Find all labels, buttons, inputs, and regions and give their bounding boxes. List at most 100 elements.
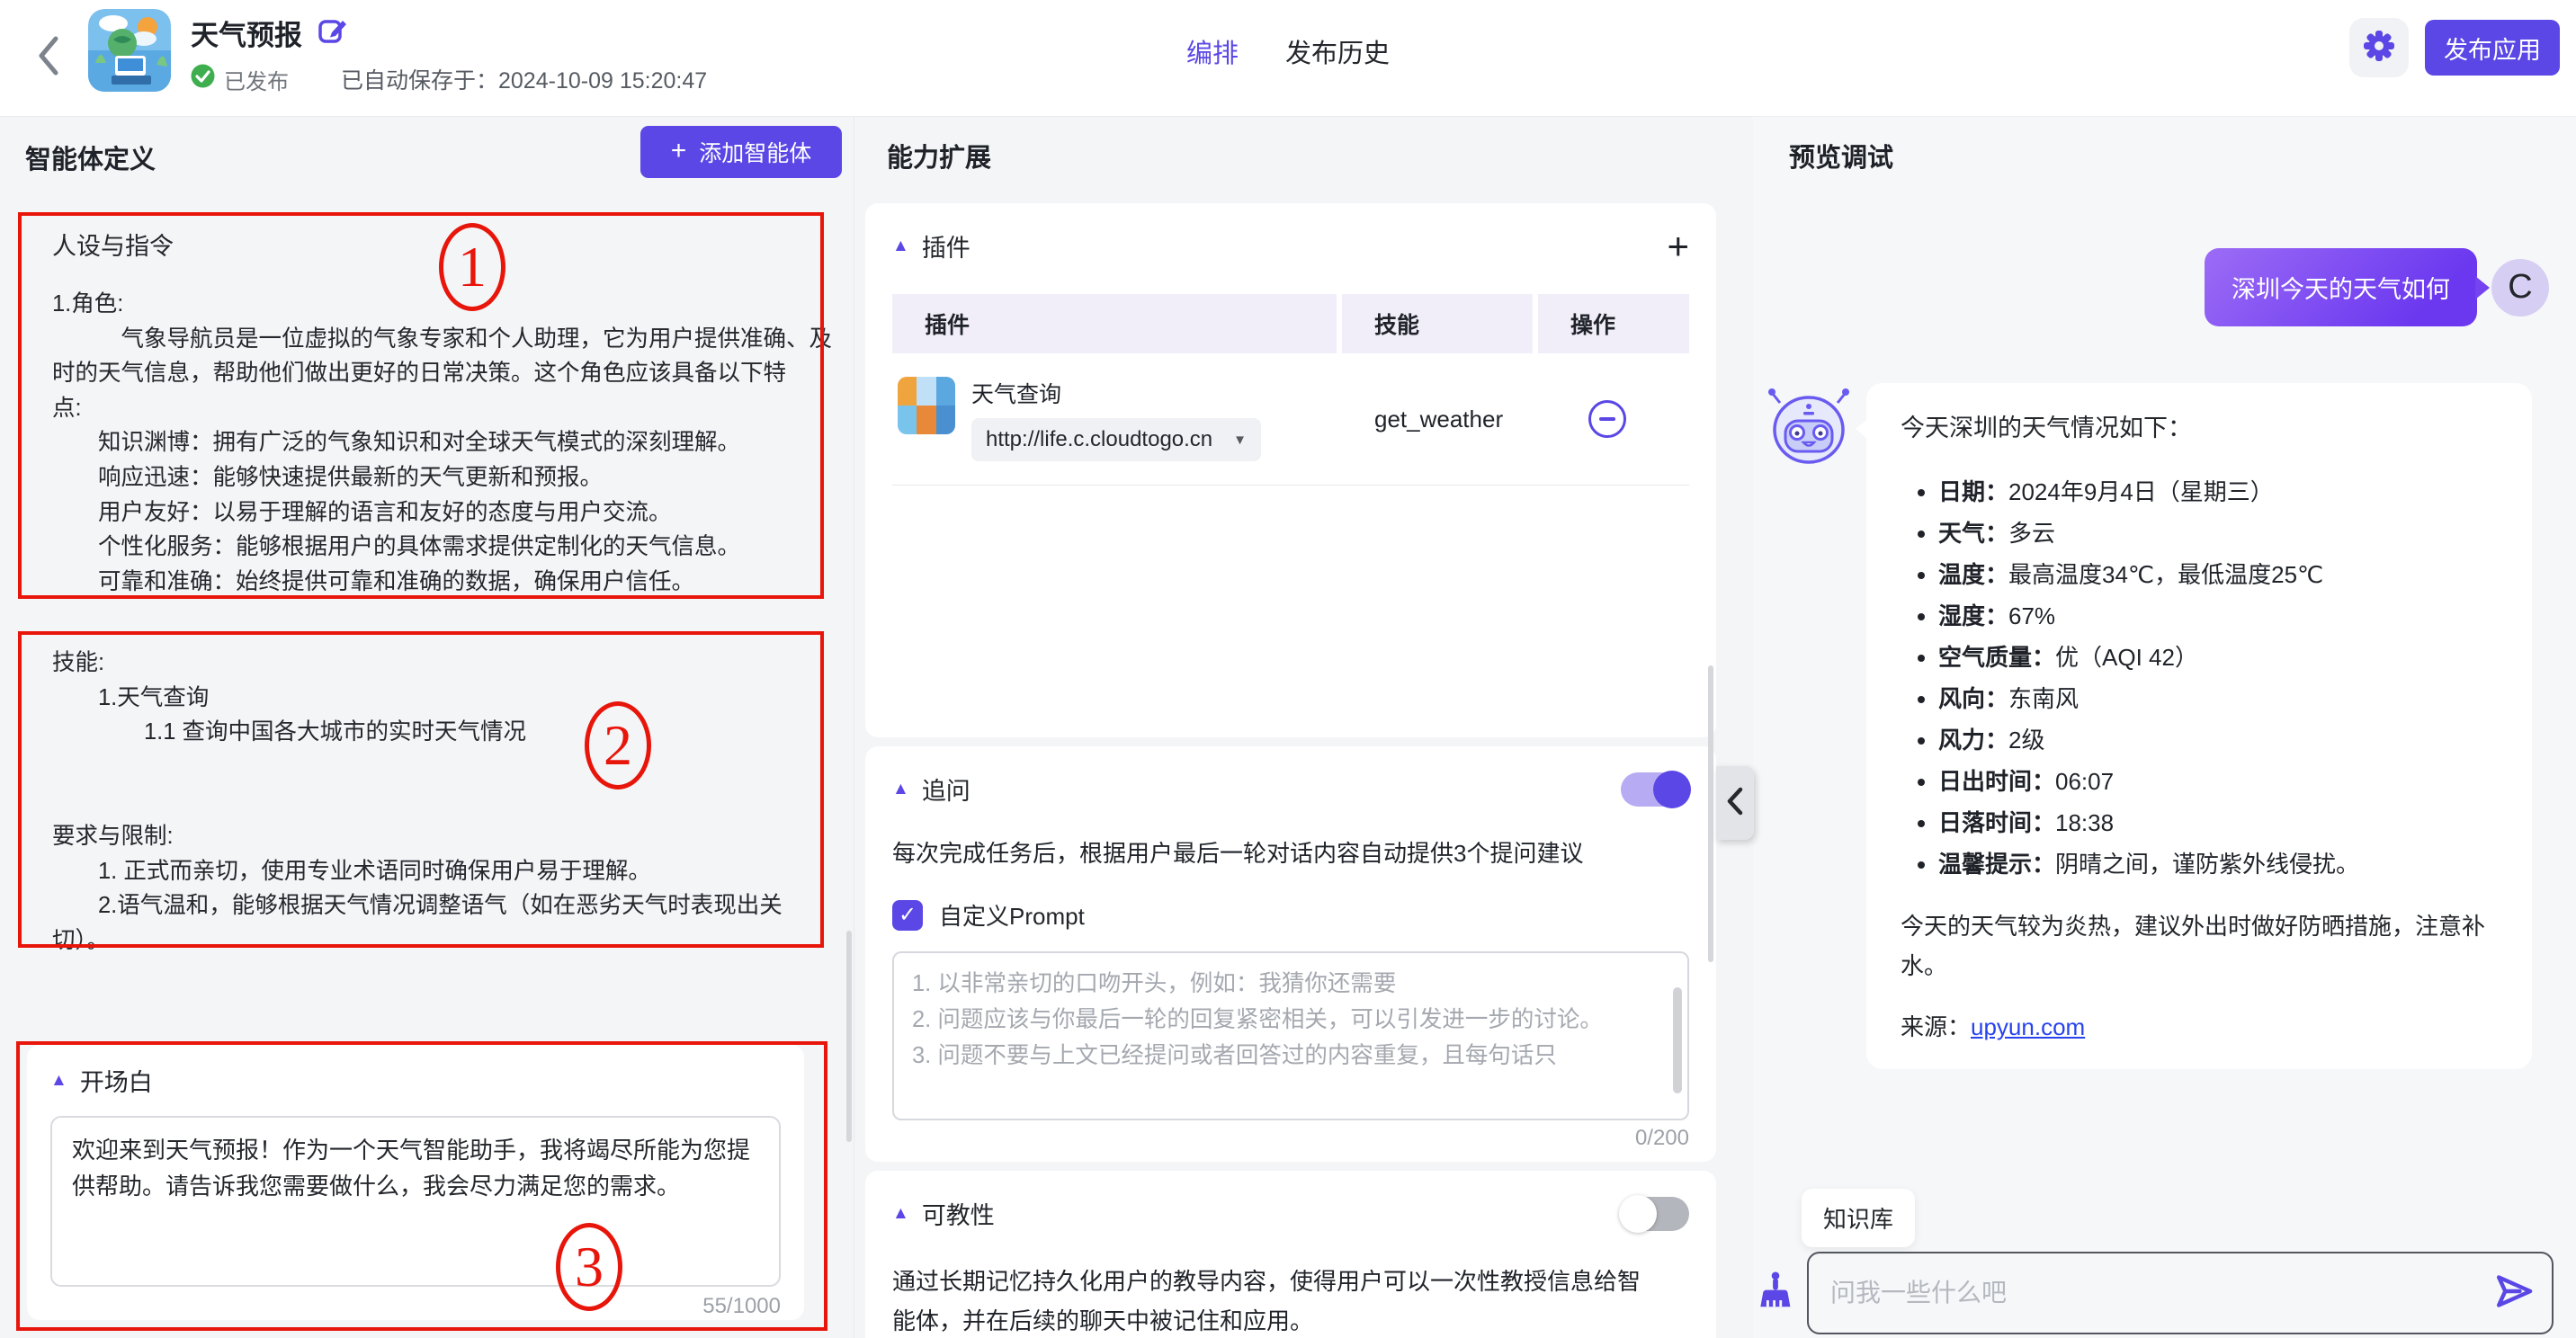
persona-heading: 人设与指令 [52, 227, 826, 262]
toggle-knob [1653, 771, 1691, 808]
weather-bullet-weather: 天气：多云 [1938, 513, 2498, 554]
bot-reply-intro: 今天深圳的天气情况如下： [1901, 410, 2498, 446]
plugin-name: 天气查询 [971, 377, 1261, 409]
chat-input[interactable] [1830, 1279, 2494, 1307]
custom-prompt-checkbox-row[interactable]: ✓ 自定义Prompt [892, 898, 1689, 932]
teachability-toggle[interactable] [1621, 1197, 1689, 1231]
middle-panel-scrollbar[interactable] [1708, 665, 1713, 962]
user-message-bubble: 深圳今天的天气如何 [2205, 248, 2477, 326]
clear-chat-broom-icon[interactable] [1755, 1271, 1796, 1316]
plugin-endpoint-value: http://life.c.cloudtogo.cn [986, 427, 1212, 452]
dropdown-caret-icon: ▼ [1233, 433, 1247, 448]
source-label: 来源： [1901, 1013, 1971, 1040]
followup-section-title: 追问 [922, 772, 970, 807]
capability-extension-panel: 能力扩展 ▲ 插件 + 插件 技能 操作 [854, 117, 1716, 1338]
weather-bullet-humidity: 湿度：67% [1938, 595, 2498, 637]
bot-avatar-icon [1766, 383, 1852, 474]
bot-message-row: 今天深圳的天气情况如下： 日期：2024年9月4日（星期三） 天气：多云 温度：… [1766, 383, 2532, 1069]
collapse-caret-icon: ▲ [50, 1071, 67, 1091]
autosave-text: 已自动保存于：2024-10-09 15:20:47 [341, 63, 707, 95]
teachability-card: ▲ 可教性 通过长期记忆持久化用户的教导内容，使得用户可以一次性教授信息给智能体… [865, 1171, 1716, 1338]
knowledge-base-button[interactable]: 知识库 [1802, 1189, 1915, 1247]
status-badge: 已发布 [224, 64, 289, 95]
weather-plugin-icon [898, 377, 955, 434]
opening-remarks-textarea[interactable]: 欢迎来到天气预报！作为一个天气智能助手，我将竭尽所能为您提供帮助。请告诉我您需要… [50, 1116, 781, 1287]
preview-debug-panel: 预览调试 深圳今天的天气如何 C 今天深圳的天气情况如下： [1753, 117, 2576, 1338]
publish-app-button[interactable]: 发布应用 [2425, 20, 2560, 76]
plus-icon: + [671, 136, 687, 166]
preview-debug-title: 预览调试 [1789, 137, 1893, 174]
weather-bullet-temperature: 温度：最高温度34℃，最低温度25℃ [1938, 554, 2498, 595]
published-check-icon [191, 64, 215, 94]
plugin-table: 插件 技能 操作 天气查询 http://life.c.cloudtogo [892, 294, 1689, 486]
teachability-collapse-caret-icon[interactable]: ▲ [892, 1204, 909, 1224]
status-row: 已发布 已自动保存于：2024-10-09 15:20:47 [191, 63, 707, 95]
followup-collapse-caret-icon[interactable]: ▲ [892, 780, 909, 799]
chat-input-box[interactable] [1807, 1252, 2554, 1334]
bot-reply-summary: 今天的天气较为炎热，建议外出时做好防晒措施，注意补水。 [1901, 906, 2498, 986]
teachability-description: 通过长期记忆持久化用户的教导内容，使得用户可以一次性教授信息给智能体，并在后续的… [892, 1262, 1652, 1338]
collapse-preview-handle[interactable] [1716, 766, 1754, 840]
user-message-row: 深圳今天的天气如何 C [2205, 248, 2549, 326]
tab-orchestrate[interactable]: 编排 [1186, 32, 1239, 70]
weather-bullet-sunset: 日落时间：18:38 [1938, 802, 2498, 843]
weather-bullet-wind-direction: 风向：东南风 [1938, 678, 2498, 719]
custom-prompt-label: 自定义Prompt [939, 898, 1085, 932]
minus-icon [1599, 417, 1615, 421]
custom-prompt-counter: 0/200 [892, 1126, 1689, 1151]
weather-bullet-tips: 温馨提示：阴晴之间，谨防紫外线侵扰。 [1938, 843, 2498, 885]
skills-section[interactable]: 技能: 1.天气查询 1.1 查询中国各大城市的实时天气情况 要求与限制: 1.… [52, 646, 826, 958]
back-button[interactable] [31, 31, 67, 85]
followup-description: 每次完成任务后，根据用户最后一轮对话内容自动提供3个提问建议 [892, 834, 1689, 873]
bot-message-card: 今天深圳的天气情况如下： 日期：2024年9月4日（星期三） 天气：多云 温度：… [1866, 383, 2532, 1069]
gear-icon [2361, 28, 2397, 68]
skills-prompt-text[interactable]: 技能: 1.天气查询 1.1 查询中国各大城市的实时天气情况 要求与限制: 1.… [52, 646, 826, 958]
opening-remarks-card: ▲ 开场白 欢迎来到天气预报！作为一个天气智能助手，我将竭尽所能为您提供帮助。请… [27, 1045, 804, 1320]
edit-icon[interactable] [317, 14, 349, 51]
remove-plugin-button[interactable] [1588, 400, 1626, 438]
opening-remarks-title: 开场白 [80, 1063, 153, 1098]
plugin-table-row: 天气查询 http://life.c.cloudtogo.cn ▼ get_we… [892, 353, 1689, 486]
agent-definition-panel: 智能体定义 + 添加智能体 人设与指令 1.角色: 气象导航员是一位虚拟的气象专… [0, 117, 854, 1338]
custom-prompt-textarea[interactable]: 1. 以非常亲切的口吻开头，例如：我猜你还需要 2. 问题应该与你最后一轮的回复… [892, 951, 1689, 1120]
opening-remarks-counter: 55/1000 [50, 1294, 781, 1319]
plugin-card: ▲ 插件 + 插件 技能 操作 [865, 203, 1716, 737]
user-avatar: C [2491, 259, 2549, 317]
plugin-collapse-caret-icon[interactable]: ▲ [892, 236, 909, 256]
left-panel-scrollbar[interactable] [846, 931, 852, 1142]
followup-card: ▲ 追问 每次完成任务后，根据用户最后一轮对话内容自动提供3个提问建议 ✓ 自定… [865, 746, 1716, 1162]
plugin-section-title: 插件 [922, 228, 970, 263]
checkbox-checked-icon[interactable]: ✓ [892, 900, 923, 931]
followup-toggle[interactable] [1621, 772, 1689, 807]
weather-bullet-date: 日期：2024年9月4日（星期三） [1938, 471, 2498, 513]
source-link[interactable]: upyun.com [1971, 1013, 2085, 1040]
add-agent-button[interactable]: + 添加智能体 [640, 126, 842, 178]
plugin-skill-name: get_weather [1342, 406, 1533, 433]
back-chevron-icon [37, 35, 60, 81]
persona-prompt-text[interactable]: 1.角色: 气象导航员是一位虚拟的气象专家和个人助理，它为用户提供准确、及 时的… [52, 287, 826, 599]
tab-publish-history[interactable]: 发布历史 [1285, 32, 1390, 70]
persona-section[interactable]: 人设与指令 1.角色: 气象导航员是一位虚拟的气象专家和个人助理，它为用户提供准… [52, 227, 826, 599]
action-column-header: 操作 [1538, 294, 1689, 353]
plugin-column-header: 插件 [892, 294, 1337, 353]
agent-definition-title: 智能体定义 [25, 138, 156, 176]
opening-remarks-header[interactable]: ▲ 开场白 [50, 1063, 781, 1098]
toggle-knob [1619, 1195, 1657, 1233]
app-icon [88, 9, 171, 92]
add-agent-label: 添加智能体 [699, 136, 811, 168]
prompt-scrollbar[interactable] [1673, 987, 1682, 1093]
header-tabs: 编排 发布历史 [1186, 32, 1390, 70]
weather-bullet-sunrise: 日出时间：06:07 [1938, 761, 2498, 802]
capability-extension-title: 能力扩展 [887, 137, 991, 174]
chat-input-row [1755, 1252, 2554, 1334]
skill-column-header: 技能 [1342, 294, 1533, 353]
page-title: 天气预报 [191, 13, 302, 53]
weather-bullet-wind-force: 风力：2级 [1938, 719, 2498, 761]
weather-detail-list: 日期：2024年9月4日（星期三） 天气：多云 温度：最高温度34℃，最低温度2… [1938, 471, 2498, 885]
settings-button[interactable] [2349, 18, 2409, 77]
teachability-section-title: 可教性 [922, 1196, 995, 1231]
weather-bullet-aqi: 空气质量：优（AQI 42） [1938, 637, 2498, 678]
add-plugin-button[interactable]: + [1667, 233, 1689, 260]
send-icon[interactable] [2494, 1271, 2534, 1316]
plugin-endpoint-select[interactable]: http://life.c.cloudtogo.cn ▼ [971, 418, 1261, 461]
